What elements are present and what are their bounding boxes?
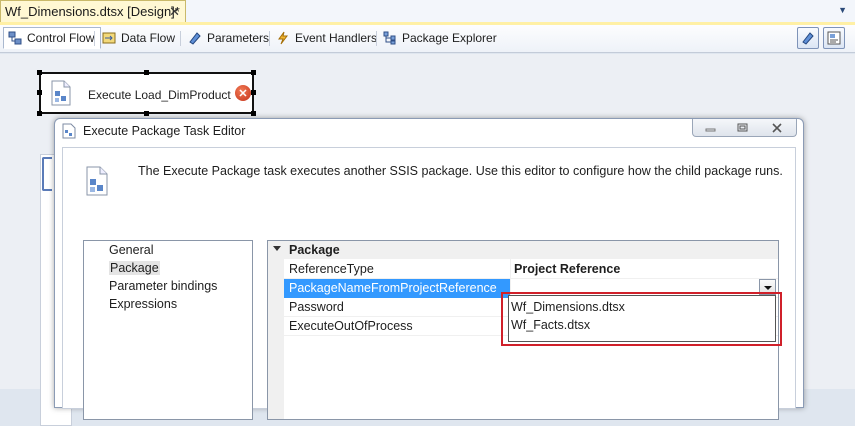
tab-label: Event Handlers <box>295 31 378 45</box>
property-name: ExecuteOutOfProcess <box>289 319 413 333</box>
toolbox-icon <box>827 31 841 45</box>
property-grid-gutter <box>268 241 284 419</box>
document-tab-title: Wf_Dimensions.dtsx [Design]* <box>5 4 180 19</box>
nav-item-general[interactable]: General <box>109 243 153 257</box>
resize-handle[interactable] <box>144 111 149 116</box>
property-row-reference-type[interactable]: ReferenceType Project Reference <box>284 260 778 279</box>
lightning-icon <box>276 31 290 45</box>
minimize-icon <box>705 128 716 132</box>
tab-control-flow[interactable]: Control Flow <box>3 27 102 49</box>
control-flow-icon <box>8 31 22 45</box>
tab-list-dropdown-icon[interactable]: ▼ <box>838 5 847 15</box>
resize-handle[interactable] <box>37 70 42 75</box>
page-navigation-list: General Package Parameter bindings Expre… <box>83 240 253 420</box>
toolbox-button[interactable] <box>823 27 845 49</box>
tab-separator <box>94 31 95 46</box>
resize-handle[interactable] <box>251 90 256 95</box>
property-name: ReferenceType <box>289 262 374 276</box>
resize-handle[interactable] <box>144 70 149 75</box>
tab-separator <box>269 31 270 46</box>
execute-package-task[interactable]: Execute Load_DimProduct ✕ <box>37 70 256 116</box>
tab-package-explorer[interactable]: Package Explorer <box>379 27 503 49</box>
window-buttons <box>692 119 797 137</box>
dialog-title: Execute Package Task Editor <box>83 124 246 138</box>
dropdown-option[interactable]: Wf_Facts.dtsx <box>511 318 590 332</box>
property-category-label: Package <box>289 243 340 257</box>
designer-tabs-toolbar: Control Flow Data Flow Parameters Event … <box>0 25 855 53</box>
execute-package-icon <box>85 166 109 199</box>
minimize-button[interactable] <box>695 119 727 137</box>
execute-package-task-editor-dialog: Execute Package Task Editor The Execute … <box>54 118 804 420</box>
error-icon: ✕ <box>235 85 251 101</box>
task-label: Execute Load_DimProduct <box>88 88 231 102</box>
close-icon <box>772 123 782 133</box>
execute-package-icon <box>49 80 73 109</box>
package-explorer-icon <box>383 31 397 45</box>
data-flow-icon <box>102 31 116 45</box>
nav-item-expressions[interactable]: Expressions <box>109 297 177 311</box>
dialog-description: The Execute Package task executes anothe… <box>138 164 783 178</box>
tab-parameters[interactable]: Parameters <box>184 27 275 49</box>
property-category-row[interactable]: Package <box>268 241 778 259</box>
dropdown-option[interactable]: Wf_Dimensions.dtsx <box>511 300 625 314</box>
tab-label: Package Explorer <box>402 31 497 45</box>
tab-label: Data Flow <box>121 31 176 45</box>
close-icon[interactable]: ✕ <box>169 4 180 20</box>
resize-handle[interactable] <box>37 90 42 95</box>
package-name-dropdown-button[interactable] <box>759 279 776 295</box>
maximize-icon <box>737 123 748 132</box>
parameters-icon <box>188 31 202 45</box>
tab-separator <box>180 31 181 46</box>
property-name: Password <box>289 300 344 314</box>
dialog-body: The Execute Package task executes anothe… <box>62 147 796 420</box>
maximize-button[interactable] <box>727 119 759 137</box>
tab-label: Control Flow <box>27 31 95 45</box>
nav-item-package[interactable]: Package <box>109 261 160 275</box>
tab-separator <box>376 31 377 46</box>
document-tab-strip: Wf_Dimensions.dtsx [Design]* ✕ ▼ <box>0 0 855 24</box>
property-name: PackageNameFromProjectReference <box>289 281 497 295</box>
tab-label: Parameters <box>207 31 270 45</box>
tab-event-handlers[interactable]: Event Handlers <box>272 27 383 49</box>
resize-handle[interactable] <box>251 70 256 75</box>
property-value[interactable]: Project Reference <box>514 262 620 276</box>
close-button[interactable] <box>759 119 795 137</box>
resize-handle[interactable] <box>251 111 256 116</box>
document-tab[interactable]: Wf_Dimensions.dtsx [Design]* ✕ <box>0 0 186 22</box>
collapse-icon[interactable] <box>273 246 281 251</box>
background-pane-tab <box>42 157 52 191</box>
resize-handle[interactable] <box>37 111 42 116</box>
tab-data-flow[interactable]: Data Flow <box>98 27 181 49</box>
package-name-dropdown-list: Wf_Dimensions.dtsx Wf_Facts.dtsx <box>508 295 776 342</box>
variables-button[interactable] <box>797 27 819 49</box>
variables-icon <box>802 32 814 45</box>
dialog-titlebar[interactable]: Execute Package Task Editor <box>55 119 803 145</box>
dialog-app-icon <box>62 123 76 142</box>
nav-item-parameter-bindings[interactable]: Parameter bindings <box>109 279 217 293</box>
